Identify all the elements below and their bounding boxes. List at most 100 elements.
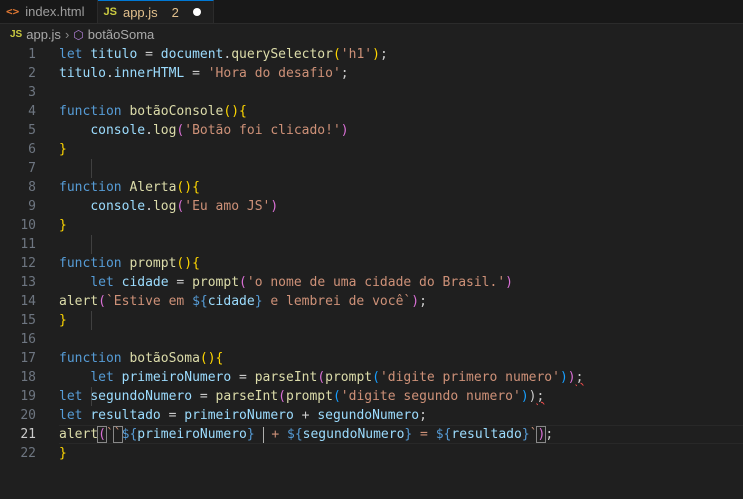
line-number: 11	[20, 237, 36, 252]
code-token: let	[59, 47, 91, 62]
code-line[interactable]: 3	[0, 83, 743, 102]
line-number: 15	[20, 313, 36, 328]
code-token: (	[97, 426, 107, 443]
code-line[interactable]: 8 function Alerta(){	[0, 178, 743, 197]
code-token: =	[412, 427, 436, 442]
code-line[interactable]: 13 let cidade = prompt('o nome de uma ci…	[0, 273, 743, 292]
code-line[interactable]: 20 let resultado = primeiroNumero + segun…	[0, 406, 743, 425]
breadcrumb-symbol[interactable]: botãoSoma	[88, 27, 155, 42]
code-token: 'digite primero numero'	[379, 370, 560, 385]
code-token: ${	[287, 427, 303, 442]
code-text: function Alerta(){	[59, 178, 200, 197]
code-line[interactable]: 10}	[0, 216, 743, 235]
code-line[interactable]: 17 function botãoSoma(){	[0, 349, 743, 368]
code-text: }	[59, 444, 67, 463]
code-token: let	[59, 389, 91, 404]
code-line[interactable]: 7	[0, 159, 743, 178]
code-token: =	[160, 408, 185, 423]
line-number: 10	[20, 218, 36, 233]
code-text: }	[59, 140, 67, 159]
code-token: 'Hora do desafio'	[207, 66, 341, 81]
code-text: let titulo = document.querySelector('h1'…	[59, 45, 388, 64]
code-token: .	[105, 66, 114, 81]
code-token: prompt	[325, 370, 373, 385]
code-token: 'Botão foi clicado!'	[184, 123, 341, 138]
code-line[interactable]: 21 alert(``${primeiroNumero} + ${segundoN…	[0, 425, 743, 444]
code-token: )	[270, 199, 279, 214]
code-token: parseInt	[215, 389, 279, 404]
code-token: }	[246, 427, 255, 442]
code-line[interactable]: 5 console.log('Botão foi clicado!')	[0, 121, 743, 140]
code-line[interactable]: 12 function prompt(){	[0, 254, 743, 273]
line-number: 17	[20, 351, 36, 366]
code-token: =	[137, 47, 161, 62]
code-line[interactable]: 14 alert(`Estive em ${cidade} e lembrei d…	[0, 292, 743, 311]
code-line[interactable]: 4 function botãoConsole(){	[0, 102, 743, 121]
code-token: 'o nome de uma cidade do Brasil.'	[246, 275, 506, 290]
code-token: )	[372, 47, 380, 62]
code-line[interactable]: 19 let segundoNumero = parseInt(prompt('d…	[0, 387, 743, 406]
code-token: cidade	[121, 275, 169, 290]
code-token: (	[278, 389, 286, 404]
code-token: resultado	[90, 408, 161, 423]
code-token: (	[98, 294, 106, 309]
code-text: console.log('Eu amo JS')	[59, 197, 278, 216]
code-token: let	[59, 408, 91, 423]
code-token: .	[145, 199, 153, 214]
code-text: function botãoConsole(){	[59, 102, 247, 121]
breadcrumb-file[interactable]: app.js	[26, 27, 61, 42]
code-token: function	[59, 351, 130, 366]
tab-index-html[interactable]: <> index.html	[0, 0, 98, 23]
code-text: console.log('Botão foi clicado!')	[59, 121, 349, 140]
code-token: (){	[199, 351, 224, 366]
code-text: function botãoSoma(){	[59, 349, 223, 368]
line-number: 20	[20, 408, 36, 423]
tab-label: app.js	[122, 4, 158, 20]
code-token: =	[231, 370, 255, 385]
code-line[interactable]: 1 let titulo = document.querySelector('h1…	[0, 45, 743, 64]
code-token: (){	[176, 256, 200, 271]
line-number: 7	[28, 161, 36, 176]
code-token: =	[192, 389, 216, 404]
code-token: }	[59, 142, 67, 157]
code-token: (	[239, 275, 247, 290]
code-token: Alerta	[129, 180, 177, 195]
code-line[interactable]: 2 titulo.innerHTML = 'Hora do desafio';	[0, 64, 743, 83]
code-token: titulo	[90, 47, 138, 62]
code-line[interactable]: 6}	[0, 140, 743, 159]
js-file-icon: JS	[103, 6, 117, 18]
code-token: botãoConsole	[129, 104, 224, 119]
code-token: ;	[545, 427, 554, 442]
line-number: 6	[28, 142, 36, 157]
code-line[interactable]: 15}	[0, 311, 743, 330]
code-token: segundoNumero	[302, 427, 405, 442]
tab-app-js[interactable]: JS app.js 2	[97, 0, 214, 23]
code-token: )	[411, 294, 420, 309]
chevron-right-icon: ›	[64, 27, 70, 42]
code-text: let cidade = prompt('o nome de uma cidad…	[59, 273, 513, 292]
code-line[interactable]: 16	[0, 330, 743, 349]
code-token: 'Eu amo JS'	[184, 199, 271, 214]
code-token: primeiroNumero	[184, 408, 294, 423]
line-number: 1	[28, 47, 36, 62]
code-token: cidade	[207, 294, 255, 309]
code-line[interactable]: 11	[0, 235, 743, 254]
unsaved-dot-icon[interactable]	[192, 8, 201, 16]
code-token: alert	[59, 427, 99, 442]
code-token: ;	[419, 294, 427, 309]
code-token: botãoSoma	[129, 351, 200, 366]
code-token: )	[340, 123, 349, 138]
code-line[interactable]: 9 console.log('Eu amo JS')	[0, 197, 743, 216]
code-token: querySelector	[231, 47, 333, 62]
code-token: +	[293, 408, 318, 423]
code-line[interactable]: 22}	[0, 444, 743, 463]
line-number: 16	[20, 332, 36, 347]
code-token: `	[105, 427, 114, 442]
code-text: titulo.innerHTML = 'Hora do desafio';	[59, 64, 349, 83]
code-editor[interactable]: 1 let titulo = document.querySelector('h1…	[0, 45, 743, 463]
code-text: let segundoNumero = parseInt(prompt('dig…	[59, 387, 544, 406]
code-line[interactable]: 18 let primeiroNumero = parseInt(prompt(…	[0, 368, 743, 387]
code-token: log	[152, 199, 177, 214]
